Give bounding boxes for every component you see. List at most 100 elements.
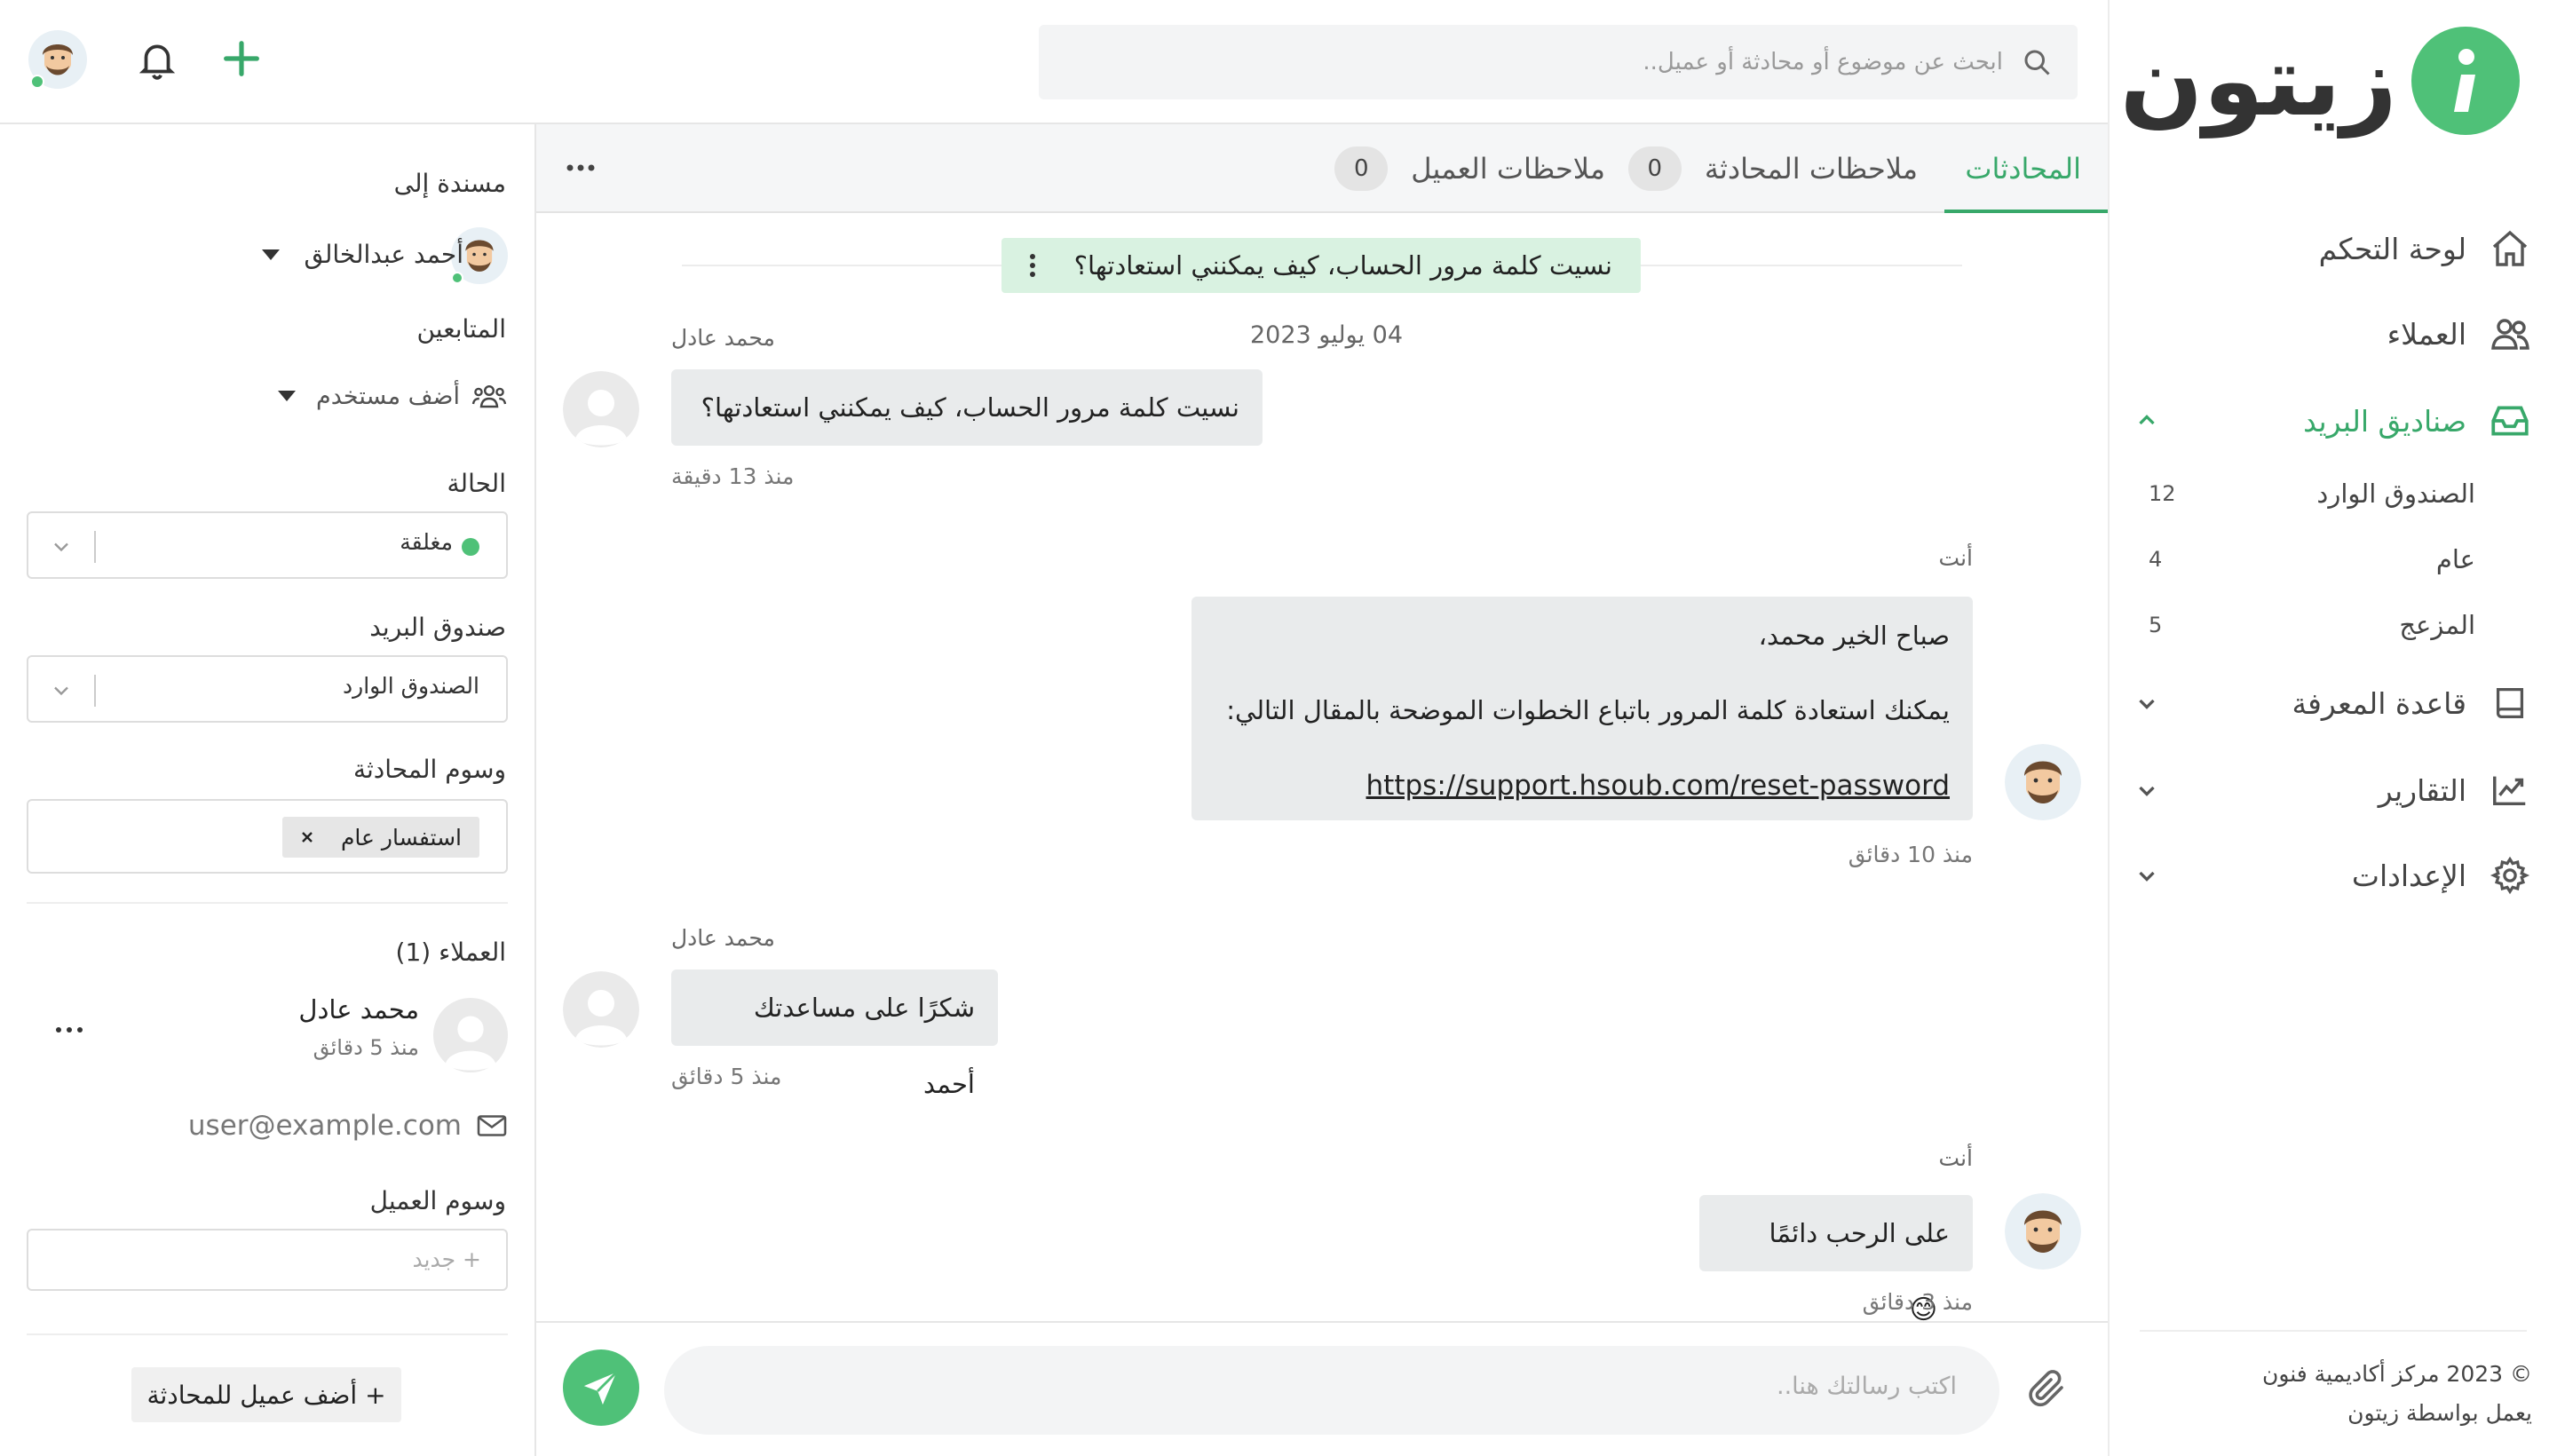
message-time: منذ 13 دقيقة	[671, 463, 795, 489]
customer-email[interactable]: user@example.com	[188, 1110, 508, 1142]
tag-chip: استفسار عام	[281, 817, 479, 858]
message-sender: أنت	[1938, 545, 1973, 571]
sidebar-mailbox-general[interactable]: عام 4	[2149, 540, 2475, 579]
sidebar-item-label: التقارير	[2378, 772, 2466, 808]
customer-avatar	[433, 998, 508, 1072]
message-line: يمكنك استعادة كلمة المرور باتباع الخطوات…	[1226, 695, 1950, 725]
mailbox-label: عام	[2435, 544, 2475, 574]
bell-icon[interactable]	[135, 37, 179, 82]
conversation-subject: نسيت كلمة مرور الحساب، كيف يمكنني استعاد…	[1001, 238, 1641, 293]
logo-mark-icon	[2411, 27, 2520, 135]
more-options-icon[interactable]	[563, 154, 598, 181]
customer-avatar	[563, 371, 639, 447]
more-options-icon[interactable]	[53, 1021, 85, 1039]
sidebar-mailbox-inbox[interactable]: الصندوق الوارد 12	[2149, 474, 2475, 513]
mailbox-count: 5	[2149, 613, 2163, 637]
sidebar-item-dashboard[interactable]: لوحة التحكم	[2110, 220, 2534, 277]
section-divider	[27, 902, 508, 904]
message-sender: محمد عادل	[671, 925, 775, 951]
app-root: زيتون لوحة التحكم العملاء صناديق البريد …	[0, 0, 2557, 1456]
mailbox-select[interactable]: الصندوق الوارد	[27, 655, 508, 723]
message-sender: أنت	[1938, 1145, 1973, 1171]
kebab-menu-icon[interactable]	[1028, 252, 1037, 279]
tag-label: استفسار عام	[340, 824, 462, 851]
chevron-down-icon	[48, 678, 75, 703]
tab-conversation-notes[interactable]: ملاحظات المحادثة 0	[1627, 124, 1918, 213]
sidebar-item-label: الإعدادات	[2351, 858, 2466, 893]
status-select[interactable]: مغلقة	[27, 511, 508, 579]
details-panel: مسندة إلى أحمد عبدالخالق المتابعين أضف م…	[0, 124, 536, 1456]
sidebar-item-label: لوحة التحكم	[2318, 231, 2466, 266]
mailbox-count: 12	[2149, 481, 2176, 506]
customer-avatar	[563, 971, 639, 1048]
customer-tags-input[interactable]: + جديد	[27, 1229, 508, 1291]
message-input-placeholder: اكتب رسالتك هنا..	[1777, 1373, 1957, 1400]
message-time: منذ 5 دقائق	[671, 1064, 782, 1089]
sidebar-item-settings[interactable]: الإعدادات	[2110, 847, 2534, 904]
send-button[interactable]	[563, 1349, 639, 1426]
sidebar-item-label: صناديق البريد	[2303, 403, 2466, 439]
caret-down-icon	[277, 390, 297, 402]
add-user-label: أضف مستخدم	[316, 382, 460, 410]
caret-down-icon	[261, 249, 281, 261]
message-bubble: نسيت كلمة مرور الحساب، كيف يمكنني استعاد…	[671, 369, 1263, 446]
search-input[interactable]: ابحث عن موضوع أو محادثة أو عميل..	[1039, 25, 2078, 99]
email-text: user@example.com	[187, 1110, 462, 1142]
inbox-icon	[2486, 397, 2534, 445]
customers-label: العملاء (1)	[395, 938, 506, 967]
search-placeholder: ابحث عن موضوع أو محادثة أو عميل..	[1643, 49, 2003, 75]
chart-line-icon	[2486, 766, 2534, 814]
customer-last-seen: منذ 5 دقائق	[313, 1035, 419, 1060]
status-label: الحالة	[447, 469, 506, 498]
sidebar-mailbox-spam[interactable]: المزعج 5	[2149, 605, 2475, 645]
tab-customer-notes[interactable]: ملاحظات العميل 0	[1334, 124, 1605, 213]
sidebar-item-knowledge-base[interactable]: قاعدة المعرفة	[2110, 675, 2534, 732]
mailbox-label: الصندوق الوارد	[2316, 479, 2475, 509]
gear-icon	[2486, 851, 2534, 899]
online-status-dot	[451, 272, 463, 284]
conversation-tags-input[interactable]: استفسار عام	[27, 799, 508, 874]
sidebar-item-label: العملاء	[2387, 316, 2466, 352]
close-icon[interactable]	[300, 830, 314, 844]
tab-label: المحادثات	[1965, 152, 2081, 186]
customer-name[interactable]: محمد عادل	[298, 994, 419, 1025]
section-divider	[27, 1333, 508, 1335]
sidebar: زيتون لوحة التحكم العملاء صناديق البريد …	[2108, 0, 2557, 1456]
assignee-select[interactable]: أحمد عبدالخالق	[261, 240, 463, 269]
message-input[interactable]: اكتب رسالتك هنا..	[664, 1346, 1999, 1435]
sidebar-item-label: قاعدة المعرفة	[2292, 685, 2466, 721]
tab-count-badge: 0	[1334, 146, 1389, 191]
tab-bar: المحادثات ملاحظات المحادثة 0 ملاحظات الع…	[536, 124, 2108, 213]
agent-avatar	[2005, 1193, 2081, 1270]
brand-logo[interactable]: زيتون	[2120, 27, 2520, 135]
status-value: مغلقة	[400, 529, 453, 555]
sidebar-item-mailboxes[interactable]: صناديق البريد	[2110, 392, 2534, 449]
sidebar-item-reports[interactable]: التقارير	[2110, 762, 2534, 819]
tab-conversations[interactable]: المحادثات	[1965, 124, 2081, 213]
customer-tags-label: وسوم العميل	[369, 1186, 506, 1215]
user-avatar[interactable]	[27, 28, 89, 91]
tab-label: ملاحظات العميل	[1411, 152, 1605, 186]
reset-password-link[interactable]: https://support.hsoub.com/reset-password	[1366, 772, 1950, 800]
composer: اكتب رسالتك هنا..	[536, 1321, 2108, 1456]
add-customer-button[interactable]: + أضف عميل للمحادثة	[131, 1367, 401, 1422]
chevron-down-icon[interactable]	[2131, 774, 2163, 806]
chevron-up-icon[interactable]	[2131, 405, 2163, 437]
date-separator: 04 يوليو 2023	[1250, 321, 1404, 349]
message-line: صباح الخير محمد،	[1758, 621, 1950, 651]
copyright-text: © 2023 مركز أكاديمية فنون	[2261, 1361, 2532, 1387]
sidebar-item-customers[interactable]: العملاء	[2110, 305, 2534, 362]
message-bubble: على الرحب دائمًا 😊	[1699, 1195, 1973, 1325]
new-tag-placeholder: + جديد	[412, 1246, 481, 1272]
add-icon[interactable]	[218, 36, 265, 82]
add-follower-select[interactable]: أضف مستخدم	[277, 380, 508, 412]
paperclip-icon[interactable]	[2026, 1367, 2069, 1410]
chevron-down-icon[interactable]	[2131, 859, 2163, 891]
search-icon	[2021, 46, 2053, 78]
tab-count-badge: 0	[1627, 146, 1682, 191]
conversation-tags-label: وسوم المحادثة	[352, 755, 506, 784]
tab-label: ملاحظات المحادثة	[1704, 152, 1918, 186]
chevron-down-icon[interactable]	[2131, 687, 2163, 719]
select-separator	[94, 675, 96, 707]
sidebar-footer: © 2023 مركز أكاديمية فنون يعمل بواسطة زي…	[2262, 1355, 2532, 1433]
